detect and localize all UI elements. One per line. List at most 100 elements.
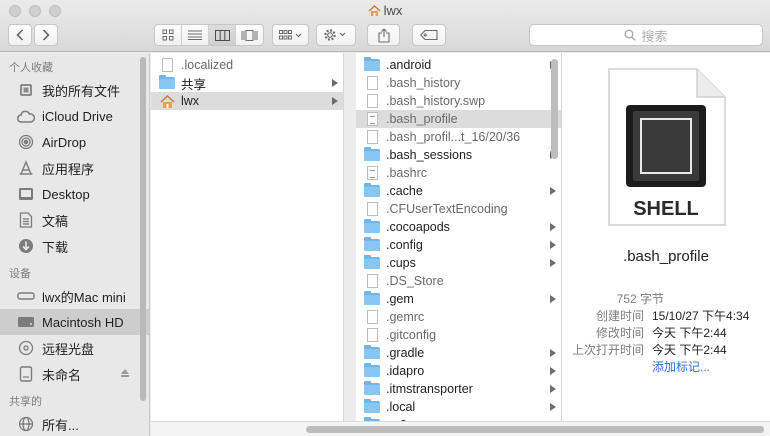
document-icon [364,94,380,108]
icon-view-button[interactable] [155,25,182,45]
search-field[interactable]: 搜索 [529,24,763,46]
file-name: .android [386,58,432,72]
file-row[interactable]: .cocoapods [356,218,561,236]
folder-icon [364,345,380,360]
sidebar-item-untitled-drive[interactable]: 未命名 [0,361,149,387]
folder-icon [364,237,380,252]
disclosure-arrow-icon [550,259,556,267]
eject-icon[interactable] [121,369,129,377]
file-name: .cocoapods [386,220,450,234]
file-row[interactable]: .bashrc [356,164,561,182]
file-row[interactable]: .localized [151,56,343,74]
toolbar: lwx 搜索 [0,0,770,52]
sidebar-item-icloud-drive[interactable]: iCloud Drive [0,103,149,129]
disclosure-arrow-icon [550,241,556,249]
sidebar-item-downloads[interactable]: 下载 [0,233,149,259]
action-button[interactable] [316,24,356,46]
chevron-left-icon [16,29,24,41]
file-row[interactable]: .bash_history [356,74,561,92]
sidebar-item-label: Macintosh HD [42,314,124,330]
file-row[interactable]: .itmstransporter [356,380,561,398]
document-icon [364,76,380,90]
list-icon [188,30,202,40]
document-icon [364,130,380,144]
file-row[interactable]: .bash_profil...t_16/20/36 [356,128,561,146]
text-file-icon [364,166,380,180]
file-row[interactable]: .local [356,398,561,416]
file-name: .config [386,238,423,252]
list-view-button[interactable] [182,25,209,45]
file-row[interactable]: .cups [356,254,561,272]
file-name: .gradle [386,346,425,360]
disclosure-arrow-icon [550,403,556,411]
file-name: .bash_sessions [386,148,473,162]
add-tags-link[interactable]: 添加标记... [652,358,710,375]
cover-flow-button[interactable] [236,25,263,45]
file-name: .gemrc [386,310,425,324]
file-row[interactable]: lwx [151,92,343,110]
sidebar-item-macintosh-hd[interactable]: Macintosh HD [0,309,149,335]
disclosure-arrow-icon [550,223,556,231]
file-name: .CFUserTextEncoding [386,202,508,216]
sidebar-heading-favorites: 个人收藏 [9,62,53,74]
file-name: .DS_Store [386,274,444,288]
back-button[interactable] [8,24,32,46]
sidebar-item-remote-disc[interactable]: 远程光盘 [0,335,149,361]
file-name: .bash_profile [386,112,458,126]
all-files-icon [17,81,35,99]
forward-button[interactable] [34,24,58,46]
search-icon [624,29,637,41]
file-name: lwx [181,94,200,108]
file-row[interactable]: .bash_profile [356,110,561,128]
created-label: 创建时间 [595,309,644,323]
document-icon [364,202,380,216]
tag-button[interactable] [412,24,446,46]
window-title: lwx [0,3,770,20]
arrange-button[interactable] [272,24,309,46]
file-row[interactable]: .bash_sessions [356,146,561,164]
documents-icon [17,211,35,229]
cloud-icon [17,107,35,125]
share-button[interactable] [367,24,400,46]
column-view-button[interactable] [209,25,236,45]
home-folder-icon [159,94,175,108]
folder-icon [364,381,380,396]
sidebar-item-label: 文稿 [42,213,69,229]
file-row[interactable]: .CFUserTextEncoding [356,200,561,218]
applications-icon [17,159,35,177]
folder-icon [364,363,380,378]
sidebar-item-label: 未命名 [42,367,82,383]
column-2-scrollbar[interactable] [551,59,558,159]
shell-icon-label: SHELL [633,198,699,220]
file-name: .localized [181,58,234,72]
home-icon [368,5,381,20]
sidebar-item-airdrop[interactable]: AirDrop [0,129,149,155]
sidebar-item-label: 所有... [42,417,79,433]
share-icon [377,27,390,43]
folder-icon [364,255,380,270]
sidebar: 个人收藏 我的所有文件 iCloud Drive AirDrop 应用程序 De… [0,53,150,436]
file-row[interactable]: .config [356,236,561,254]
network-icon [17,415,35,433]
disclosure-arrow-icon [550,367,556,375]
sidebar-item-applications[interactable]: 应用程序 [0,155,149,181]
file-name: .bashrc [386,166,427,180]
file-row[interactable]: .bash_history.swp [356,92,561,110]
horizontal-scrollbar-thumb[interactable] [306,426,764,433]
file-row[interactable]: 共享 [151,74,343,92]
sidebar-item-label: 我的所有文件 [42,83,121,99]
disclosure-arrow-icon [332,97,338,105]
file-name: .cache [386,184,423,198]
sidebar-item-all-shared[interactable]: 所有... [0,411,149,436]
sidebar-item-all-files[interactable]: 我的所有文件 [0,77,149,103]
sidebar-scrollbar[interactable] [140,57,146,401]
file-row[interactable]: .android [356,56,561,74]
file-row[interactable]: .idapro [356,362,561,380]
search-placeholder: 搜索 [641,28,668,44]
document-icon [364,274,380,288]
sidebar-item-desktop[interactable]: Desktop [0,181,149,207]
file-row[interactable]: .DS_Store [356,272,561,290]
sidebar-item-documents[interactable]: 文稿 [0,207,149,233]
sidebar-item-mac-mini[interactable]: lwx的Mac mini [0,283,149,309]
file-row[interactable]: .cache [356,182,561,200]
